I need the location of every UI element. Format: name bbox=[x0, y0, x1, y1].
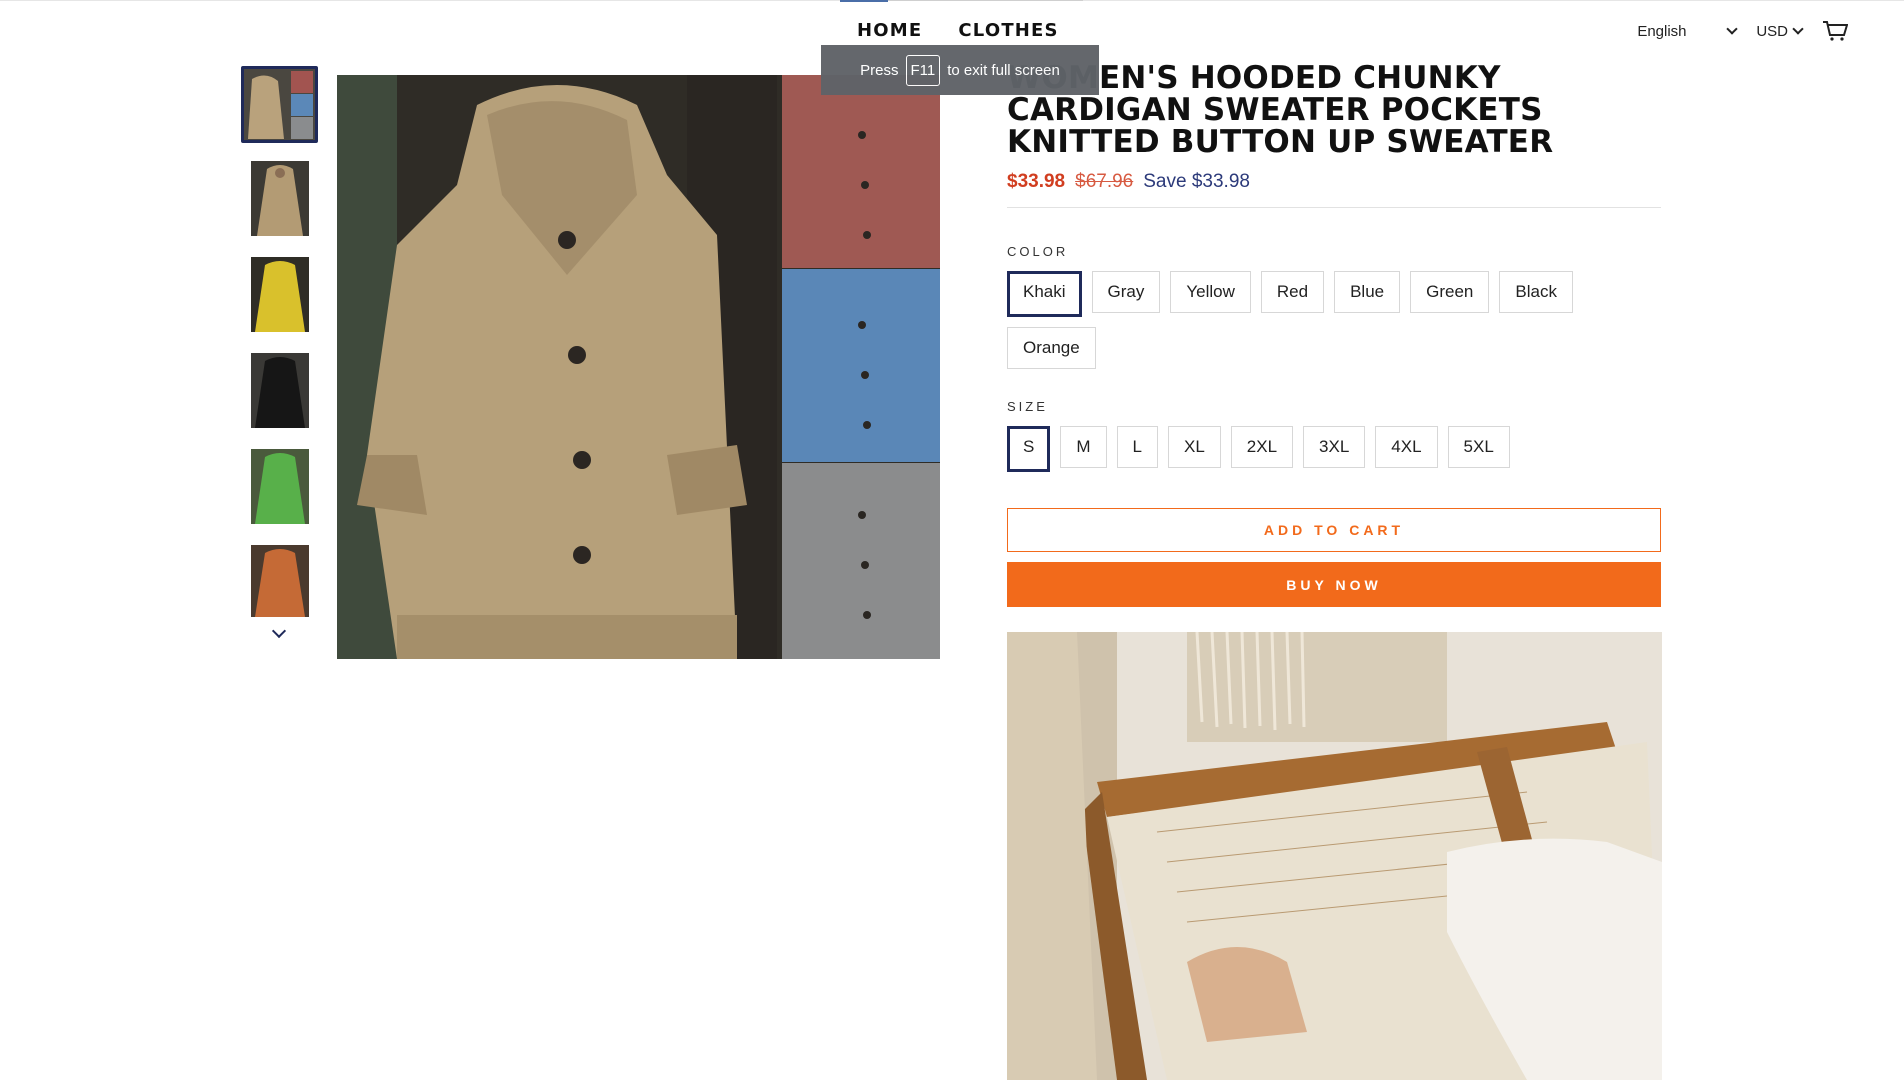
thumbnail-khaki-collage[interactable] bbox=[241, 66, 318, 143]
header-utilities: English USD bbox=[1637, 20, 1848, 42]
thumbnail-khaki[interactable] bbox=[251, 161, 309, 236]
color-option-khaki[interactable]: Khaki bbox=[1007, 271, 1082, 317]
color-option-yellow[interactable]: Yellow bbox=[1170, 271, 1251, 313]
size-option-5xl[interactable]: 5XL bbox=[1447, 426, 1510, 468]
size-option-3xl[interactable]: 3XL bbox=[1303, 426, 1366, 468]
size-option-l[interactable]: L bbox=[1116, 426, 1158, 468]
color-option-green[interactable]: Green bbox=[1410, 271, 1490, 313]
color-option-black[interactable]: Black bbox=[1499, 271, 1573, 313]
thumbnail-green[interactable] bbox=[251, 449, 309, 524]
size-option-2xl[interactable]: 2XL bbox=[1230, 426, 1294, 468]
thumbnail-black[interactable] bbox=[251, 353, 309, 428]
thumbnail-orange[interactable] bbox=[251, 545, 309, 617]
thumbnail-yellow[interactable] bbox=[251, 257, 309, 332]
size-option-4xl[interactable]: 4XL bbox=[1375, 426, 1438, 468]
divider bbox=[1007, 207, 1661, 208]
color-option-blue[interactable]: Blue bbox=[1334, 271, 1401, 313]
language-value: English bbox=[1637, 22, 1687, 40]
f11-key: F11 bbox=[905, 54, 941, 86]
currency-select[interactable]: USD bbox=[1756, 22, 1804, 40]
price-row: $33.98 $67.96 Save $33.98 bbox=[1007, 171, 1661, 193]
buy-now-button[interactable]: BUY NOW bbox=[1007, 562, 1661, 607]
compare-price: $67.96 bbox=[1075, 171, 1134, 192]
fullscreen-notice-prefix: Press bbox=[860, 61, 899, 79]
thumbnail-scroll-down-icon[interactable] bbox=[271, 623, 287, 639]
color-option-orange[interactable]: Orange bbox=[1007, 327, 1096, 369]
weaving-loom-image bbox=[1007, 632, 1662, 1080]
main-nav: HOME CLOTHES bbox=[857, 20, 1059, 41]
size-option-m[interactable]: M bbox=[1060, 426, 1107, 468]
currency-value: USD bbox=[1756, 22, 1788, 40]
product-main-image[interactable] bbox=[337, 75, 940, 659]
size-option-xl[interactable]: XL bbox=[1167, 426, 1221, 468]
product-info: WOMEN'S HOODED CHUNKY CARDIGAN SWEATER P… bbox=[1007, 62, 1661, 607]
color-option-red[interactable]: Red bbox=[1260, 271, 1325, 313]
cart-icon[interactable] bbox=[1822, 20, 1848, 42]
color-label: COLOR bbox=[1007, 244, 1069, 259]
sale-price: $33.98 bbox=[1007, 171, 1066, 192]
nav-clothes[interactable]: CLOTHES bbox=[958, 20, 1058, 41]
size-option-s[interactable]: S bbox=[1007, 426, 1051, 472]
language-select[interactable]: English bbox=[1637, 22, 1738, 40]
size-label: SIZE bbox=[1007, 399, 1048, 414]
color-options: Khaki Gray Yellow Red Blue Green Black O… bbox=[1007, 271, 1647, 369]
nav-active-indicator bbox=[840, 0, 888, 2]
chevron-down-icon bbox=[1792, 23, 1804, 35]
size-options: S M L XL 2XL 3XL 4XL 5XL bbox=[1007, 426, 1647, 472]
savings-text: Save $33.98 bbox=[1143, 171, 1250, 192]
nav-home[interactable]: HOME bbox=[857, 20, 922, 41]
add-to-cart-button[interactable]: ADD TO CART bbox=[1007, 508, 1661, 552]
fullscreen-notice: Press F11 to exit full screen bbox=[821, 45, 1099, 95]
fullscreen-notice-suffix: to exit full screen bbox=[947, 61, 1060, 79]
color-option-gray[interactable]: Gray bbox=[1091, 271, 1161, 313]
chevron-down-icon bbox=[1726, 23, 1738, 35]
product-title: WOMEN'S HOODED CHUNKY CARDIGAN SWEATER P… bbox=[1007, 60, 1554, 160]
nav-divider bbox=[888, 0, 1083, 1]
